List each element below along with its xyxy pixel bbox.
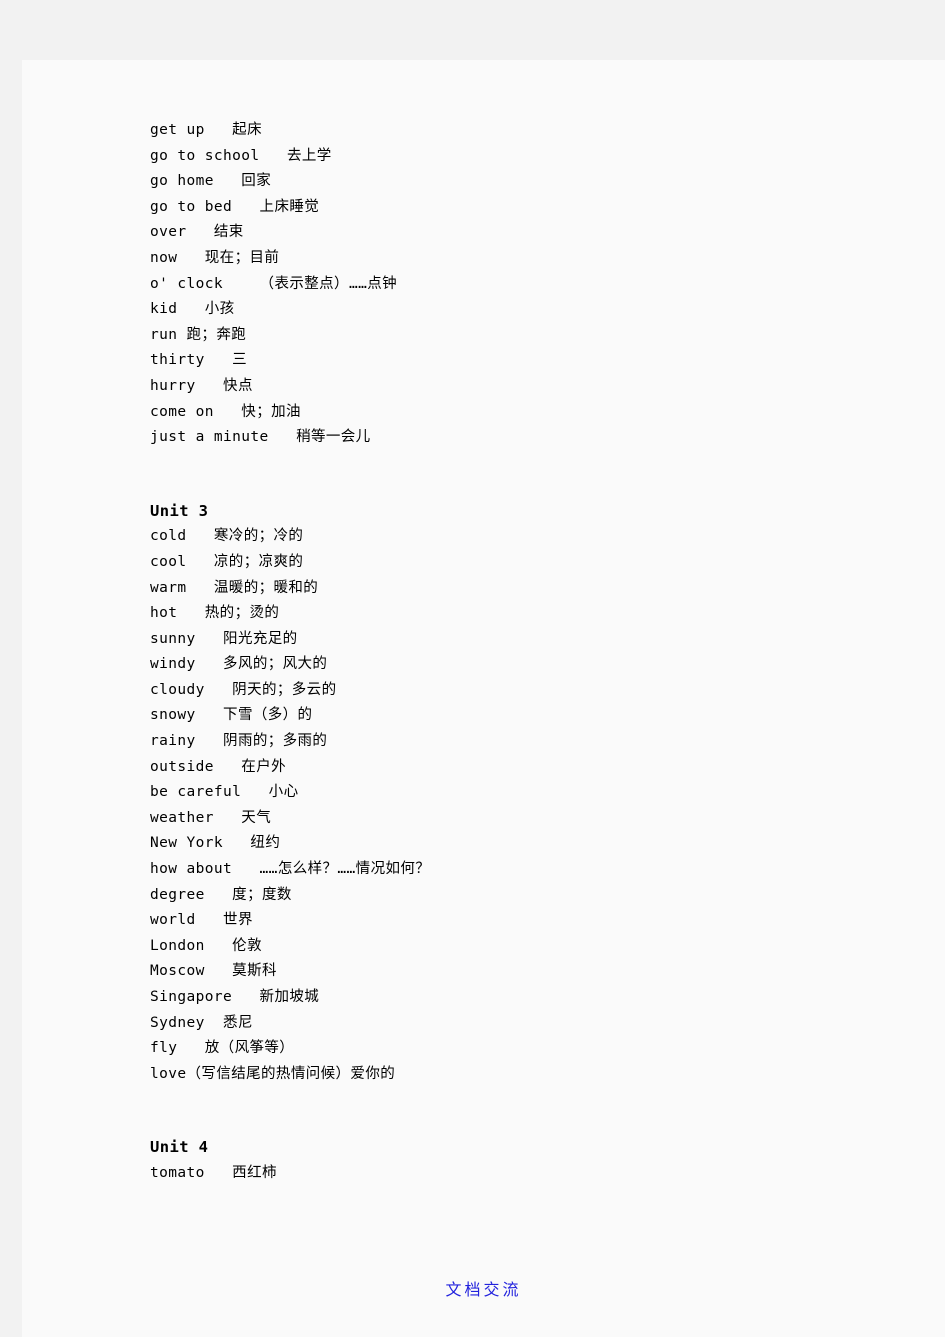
vocabulary-entry: o' clock （表示整点）……点钟 [150, 275, 398, 292]
vocabulary-entry: love（写信结尾的热情问候）爱你的 [150, 1065, 396, 1082]
vocabulary-entry: Sydney 悉尼 [150, 1014, 253, 1031]
vocabulary-entry: warm 温暖的；暖和的 [150, 579, 319, 596]
vocabulary-entry: now 现在；目前 [150, 249, 280, 266]
vocabulary-entry: New York 纽约 [150, 835, 281, 852]
vocabulary-entry: come on 快；加油 [150, 403, 301, 420]
vocabulary-entry: Moscow 莫斯科 [150, 963, 277, 980]
vocabulary-entry: cool 凉的；凉爽的 [150, 553, 304, 570]
vocabulary-entry: go home 回家 [150, 173, 272, 190]
unit-heading: Unit 4 [150, 1138, 209, 1157]
vocabulary-entry: get up 起床 [150, 122, 262, 138]
vocabulary-section: Unit 3 cold 寒冷的；冷的 cool 凉的；凉爽的 warm 温暖的；… [150, 499, 910, 1088]
vocabulary-entry: Singapore 新加坡城 [150, 989, 320, 1005]
vocabulary-entry: cold 寒冷的；冷的 [150, 528, 304, 545]
vocabulary-entry: go to school 去上学 [150, 147, 332, 164]
vocabulary-entry: thirty 三 [150, 352, 248, 369]
vocabulary-entry: hot 热的；烫的 [150, 605, 280, 622]
vocabulary-entry: be careful 小心 [150, 784, 299, 801]
vocabulary-content: get up 起床 go to school 去上学 go home 回家 go… [150, 118, 910, 1187]
vocabulary-entry: kid 小孩 [150, 301, 235, 318]
footer-watermark: 文档交流 [445, 1280, 522, 1299]
vocabulary-entry: world 世界 [150, 912, 253, 929]
vocabulary-section: Unit 4 tomato 西红柿 [150, 1135, 910, 1186]
vocabulary-entry: sunny 阳光充足的 [150, 630, 298, 647]
vocabulary-entry: over 结束 [150, 224, 244, 241]
unit-heading: Unit 3 [150, 501, 209, 520]
vocabulary-entry: snowy 下雪（多）的 [150, 707, 313, 724]
vocabulary-entry: fly 放（风筝等） [150, 1040, 295, 1057]
vocabulary-entry: London 伦敦 [150, 937, 262, 954]
vocabulary-entry: windy 多风的；风大的 [150, 656, 328, 673]
vocabulary-entry: weather 天气 [150, 809, 272, 826]
vocabulary-entry: just a minute 稍等一会儿 [150, 429, 371, 446]
vocabulary-entry: degree 度；度数 [150, 886, 292, 903]
vocabulary-entry: how about ……怎么样？……情况如何？ [150, 861, 431, 878]
vocabulary-entry: rainy 阴雨的；多雨的 [150, 733, 328, 750]
vocabulary-entry: cloudy 阴天的；多云的 [150, 681, 337, 698]
vocabulary-section: get up 起床 go to school 去上学 go home 回家 go… [150, 118, 910, 451]
vocabulary-entry: outside 在户外 [150, 758, 286, 775]
vocabulary-entry: go to bed 上床睡觉 [150, 198, 320, 215]
vocabulary-entry: tomato 西红柿 [150, 1164, 277, 1181]
document-page-sheet: get up 起床 go to school 去上学 go home 回家 go… [22, 60, 945, 1337]
vocabulary-entry: run 跑；奔跑 [150, 326, 247, 343]
vocabulary-entry: hurry 快点 [150, 377, 253, 394]
